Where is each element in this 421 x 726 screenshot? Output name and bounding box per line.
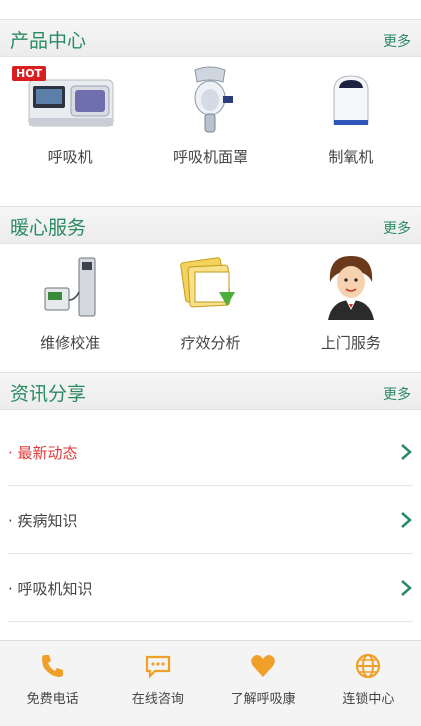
- news-item-latest[interactable]: · 最新动态: [8, 418, 413, 486]
- service-label: 维修校准: [40, 334, 101, 352]
- service-label: 疗效分析: [180, 334, 241, 352]
- product-mask[interactable]: 呼吸机面罩: [140, 66, 280, 167]
- services-more-link[interactable]: 更多: [383, 218, 411, 238]
- hot-badge: HOT: [12, 66, 47, 81]
- products-more-link[interactable]: 更多: [383, 31, 411, 51]
- service-analysis[interactable]: 疗效分析: [140, 252, 280, 353]
- news-title: 资讯分享: [10, 383, 87, 405]
- news-item-ventilator[interactable]: · 呼吸机知识: [8, 554, 413, 622]
- product-label: 呼吸机: [47, 148, 93, 166]
- service-person-icon: [327, 256, 374, 320]
- chevron-right-icon: [401, 580, 412, 596]
- products-grid: HOT 呼吸机 呼吸机面罩 制氧机: [0, 66, 421, 167]
- tab-free-call[interactable]: 免费电话: [0, 641, 105, 726]
- tab-label: 在线咨询: [131, 692, 184, 707]
- news-item-label: · 疾病知识: [8, 512, 78, 530]
- products-header: 产品中心 更多: [0, 19, 421, 57]
- mask-icon: [194, 66, 234, 133]
- service-calibration[interactable]: 维修校准: [0, 252, 140, 353]
- chevron-right-icon: [401, 512, 412, 528]
- service-onsite[interactable]: 上门服务: [281, 252, 421, 353]
- tab-label: 了解呼吸康: [230, 692, 296, 707]
- services-grid: 维修校准 疗效分析 上门服务: [0, 252, 421, 353]
- chevron-right-icon: [401, 444, 412, 460]
- data-analysis-icon: [180, 257, 236, 308]
- chat-icon: [145, 655, 170, 679]
- globe-icon: [356, 653, 381, 679]
- tab-label: 免费电话: [26, 692, 79, 707]
- phone-icon: [41, 655, 63, 677]
- news-more-link[interactable]: 更多: [383, 384, 411, 404]
- news-list: · 最新动态 · 疾病知识 · 呼吸机知识: [0, 418, 421, 622]
- tab-label: 连锁中心: [342, 692, 395, 707]
- product-ventilator[interactable]: HOT 呼吸机: [0, 66, 140, 167]
- news-item-label: · 最新动态: [8, 444, 78, 462]
- products-title: 产品中心: [10, 30, 87, 52]
- news-item-disease[interactable]: · 疾病知识: [8, 486, 413, 554]
- news-header: 资讯分享 更多: [0, 372, 421, 410]
- service-label: 上门服务: [320, 334, 381, 352]
- news-item-label: · 呼吸机知识: [8, 580, 93, 598]
- services-header: 暖心服务 更多: [0, 206, 421, 244]
- bottom-nav: 免费电话 在线咨询 了解呼吸康 连锁中心: [0, 640, 421, 726]
- tab-about[interactable]: 了解呼吸康: [211, 641, 316, 726]
- tab-chain-center[interactable]: 连锁中心: [316, 641, 421, 726]
- product-oxygen[interactable]: 制氧机: [281, 66, 421, 167]
- product-label: 制氧机: [328, 148, 374, 166]
- tab-online-consult[interactable]: 在线咨询: [105, 641, 210, 726]
- heart-icon: [251, 655, 275, 677]
- product-label: 呼吸机面罩: [172, 148, 248, 166]
- services-title: 暖心服务: [10, 217, 87, 239]
- oxygen-concentrator-icon: [333, 75, 369, 125]
- calibration-device-icon: [44, 257, 96, 317]
